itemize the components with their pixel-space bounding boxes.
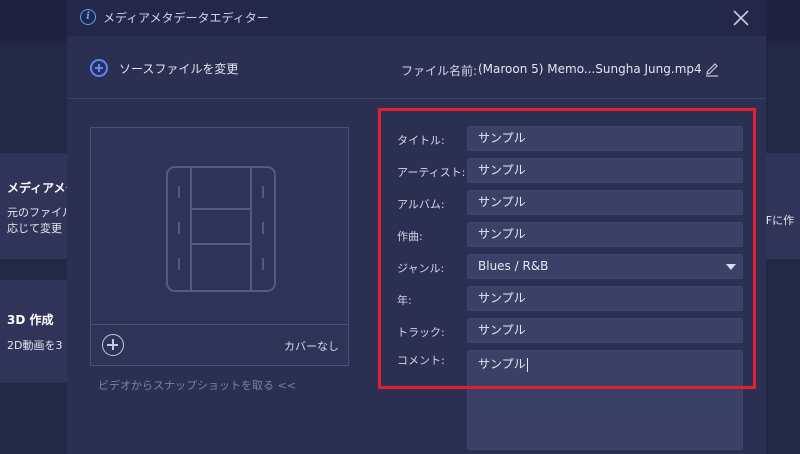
genre-select[interactable]: Blues / R&B — [467, 254, 743, 279]
film-placeholder-icon — [166, 166, 276, 292]
plus-circle-icon — [90, 59, 108, 77]
comment-value: サンプル — [478, 357, 526, 371]
composer-input[interactable]: サンプル — [467, 222, 743, 247]
track-label: トラック: — [397, 326, 445, 339]
dialog-title: メディアメタデータエディター — [103, 11, 269, 25]
chevron-down-icon — [726, 264, 736, 270]
bg-card-gif[interactable]: GIFに作 — [766, 153, 800, 259]
cover-footer: カバーなし — [91, 324, 348, 365]
add-cover-button[interactable] — [102, 334, 124, 356]
bg-card-title: 3D 作成 — [7, 313, 54, 327]
title-input[interactable]: サンプル — [467, 126, 743, 151]
bg-card-metadata[interactable]: メディアメタ 元のファイル 応じて変更 — [0, 153, 78, 259]
title-label: タイトル: — [397, 134, 445, 147]
genre-value: Blues / R&B — [478, 259, 549, 273]
artist-input[interactable]: サンプル — [467, 158, 743, 183]
comment-label: コメント: — [397, 354, 445, 367]
snapshot-link[interactable]: ビデオからスナップショットを取る << — [98, 377, 296, 393]
year-input[interactable]: サンプル — [467, 286, 743, 311]
metadata-editor-dialog: i メディアメタデータエディター ソースファイルを変更 ファイル名前: (Mar… — [67, 0, 766, 454]
change-source-label: ソースファイルを変更 — [119, 61, 239, 76]
album-input[interactable]: サンプル — [467, 190, 743, 215]
bg-card-desc: GIFに作 — [766, 214, 795, 227]
info-icon: i — [80, 9, 96, 25]
close-icon[interactable] — [732, 9, 750, 27]
cover-panel: カバーなし — [90, 127, 349, 366]
no-cover-label: カバーなし — [284, 340, 339, 353]
dialog-toolbar: ソースファイルを変更 ファイル名前: (Maroon 5) Memo...Sun… — [67, 36, 766, 99]
bg-card-desc: 2D動画を3 — [7, 339, 63, 352]
pencil-icon[interactable] — [704, 61, 720, 77]
album-label: アルバム: — [397, 198, 445, 211]
artist-label: アーティスト: — [397, 166, 466, 179]
dialog-titlebar: i メディアメタデータエディター — [67, 0, 766, 36]
bg-card-desc-1: 元のファイル — [7, 206, 73, 219]
year-label: 年: — [397, 294, 412, 307]
bg-card-3d[interactable]: 3D 作成 2D動画を3 — [0, 280, 67, 383]
bg-card-desc-2: 応じて変更 — [7, 222, 62, 235]
filename-value: (Maroon 5) Memo...Sungha Jung.mp4 — [478, 62, 702, 76]
composer-label: 作曲: — [397, 230, 423, 243]
text-cursor — [526, 357, 528, 372]
genre-label: ジャンル: — [397, 262, 445, 275]
change-source-button[interactable]: ソースファイルを変更 — [90, 59, 238, 77]
filename-label: ファイル名前: — [401, 64, 478, 78]
comment-textarea[interactable]: サンプル — [467, 350, 743, 450]
track-input[interactable]: サンプル — [467, 318, 743, 343]
